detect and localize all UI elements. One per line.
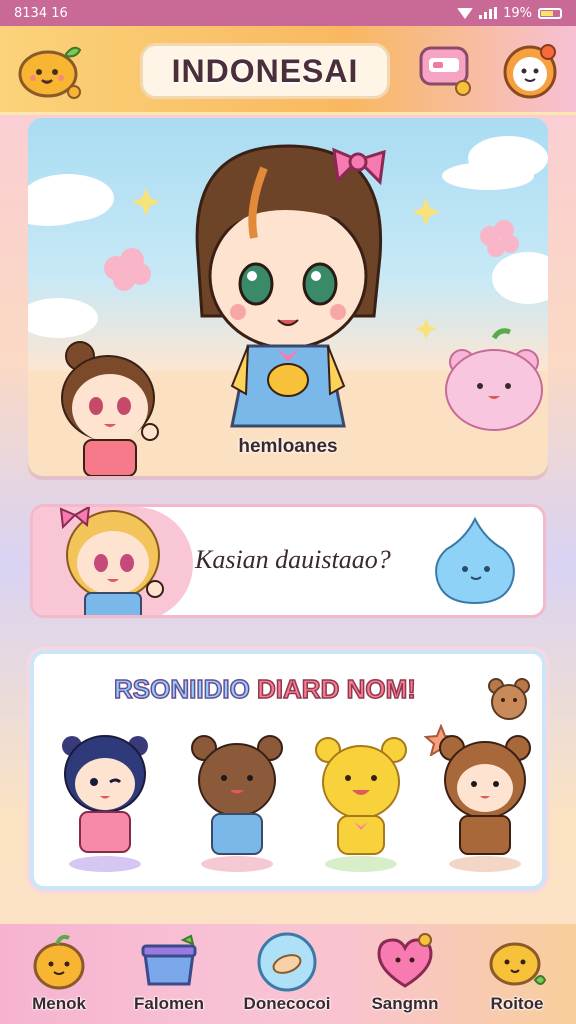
pink-bear-icon[interactable] (438, 328, 548, 438)
chat-icon[interactable] (415, 40, 475, 98)
hero-character-name: hemloanes (238, 436, 338, 457)
character-select-panel: RSONIIDIO DIARD NOM! (30, 650, 546, 890)
status-time: 8134 16 (14, 5, 68, 21)
select-banner: RSONIIDIO DIARD NOM! (113, 673, 416, 705)
status-bar: 8134 16 19% (0, 0, 576, 26)
character-option-1[interactable] (50, 724, 160, 874)
nav-label: Roitoe (490, 994, 544, 1013)
potato-icon (33, 934, 85, 990)
nav-item-menok[interactable]: Menok (4, 930, 114, 1020)
nav-item-sangmn[interactable]: Sangmn (350, 930, 460, 1020)
profile-icon[interactable] (500, 40, 560, 100)
main-character[interactable] (168, 136, 408, 436)
heart-icon (377, 933, 433, 988)
character-option-2[interactable] (182, 724, 292, 874)
bear-sticker-icon (488, 678, 530, 720)
header: INDONESAI (0, 26, 576, 115)
water-drop-icon[interactable] (433, 515, 517, 607)
banner-part2: DIARD NOM! (256, 673, 416, 705)
potato-plant-icon (489, 942, 547, 986)
battery-percent: 19% (503, 5, 532, 21)
nav-item-donecocoi[interactable]: Donecocoi (232, 930, 342, 1020)
potato-mascot-icon[interactable] (14, 34, 86, 102)
battery-icon (538, 7, 562, 19)
nav-label: Menok (32, 994, 86, 1013)
nav-label: Donecocoi (243, 994, 331, 1013)
banner-part1: RSONIIDIO (113, 673, 250, 705)
signal-icon (479, 7, 498, 19)
character-option-3[interactable] (306, 724, 416, 874)
bottom-nav: Menok Falomen Donecocoi Sangmn Roitoe (0, 924, 576, 1024)
bubble-icon (257, 932, 317, 992)
nav-item-roitoe[interactable]: Roitoe (462, 930, 572, 1020)
dialog-card[interactable]: Kasian dauistaao? (30, 504, 546, 618)
nav-item-falomen[interactable]: Falomen (114, 930, 224, 1020)
status-icons: 19% (457, 6, 562, 21)
page-title: INDONESAI (171, 52, 359, 89)
character-option-4[interactable] (430, 724, 540, 874)
dialog-text: Kasian dauistaao? (195, 545, 391, 574)
nav-label: Falomen (134, 994, 204, 1013)
hero-card: hemloanes (28, 118, 548, 476)
title-pill: INDONESAI (140, 43, 390, 99)
nav-label: Sangmn (371, 994, 439, 1013)
dialog-character (59, 507, 164, 615)
wifi-icon (457, 7, 474, 19)
box-icon (141, 934, 197, 986)
